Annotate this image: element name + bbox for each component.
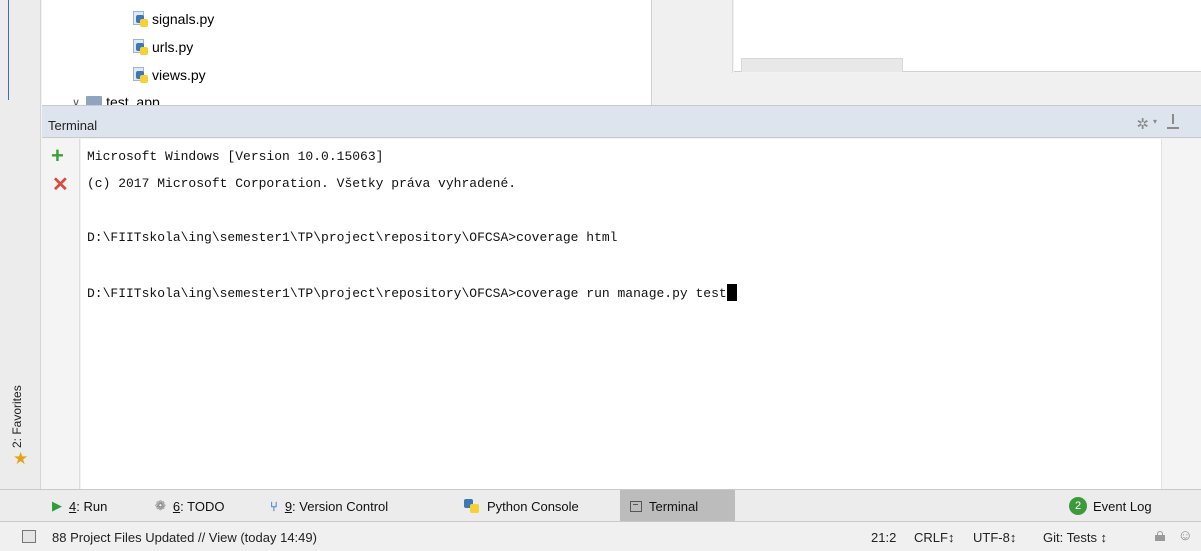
python-console-icon bbox=[464, 498, 480, 514]
tree-item-label: signals.py bbox=[152, 11, 215, 27]
inspector-icon[interactable]: ☺ bbox=[1178, 527, 1193, 544]
terminal-line-text: D:\FIITskola\ing\semester1\TP\project\re… bbox=[87, 286, 727, 301]
text-cursor bbox=[726, 284, 737, 301]
event-log-label: Event Log bbox=[1093, 498, 1152, 514]
terminal-line: Microsoft Windows [Version 10.0.15063] bbox=[87, 149, 384, 164]
todo-label: : TODO bbox=[180, 498, 225, 514]
terminal-scrollbar[interactable] bbox=[1161, 139, 1201, 489]
project-tree: signals.py urls.py views.py ∨ test_app bbox=[42, 0, 652, 105]
terminal-line: D:\FIITskola\ing\semester1\TP\project\re… bbox=[87, 230, 618, 245]
terminal-output[interactable]: Microsoft Windows [Version 10.0.15063] (… bbox=[81, 139, 1161, 489]
favorites-strip: 2: Favorites ★ bbox=[0, 0, 41, 489]
python-file-icon bbox=[132, 39, 148, 55]
terminal-title: Terminal bbox=[48, 118, 98, 133]
gear-icon[interactable]: ✲ bbox=[1136, 115, 1149, 133]
status-message[interactable]: 88 Project Files Updated // View (today … bbox=[52, 530, 317, 545]
lock-icon[interactable] bbox=[1155, 531, 1165, 541]
run-key: 4 bbox=[69, 498, 77, 514]
favorites-tab[interactable]: 2: Favorites bbox=[10, 385, 24, 448]
editor-scroll-tab bbox=[741, 58, 903, 72]
tool-window-bar: ▶ 4: Run ❁ 6: TODO ⑂ 9: Version Control … bbox=[0, 489, 1201, 522]
version-control-tool-button[interactable]: ⑂ 9: Version Control bbox=[270, 490, 388, 522]
chevron-down-icon[interactable]: ∨ bbox=[72, 96, 80, 106]
version-control-icon: ⑂ bbox=[270, 498, 278, 514]
git-branch-selector[interactable]: Git: Tests ↕ bbox=[1043, 530, 1107, 545]
tree-item-file[interactable]: signals.py bbox=[132, 6, 214, 32]
python-console-label: Python Console bbox=[487, 498, 579, 514]
tool-windows-toggle-icon[interactable] bbox=[22, 530, 36, 543]
tree-item-file[interactable]: views.py bbox=[132, 62, 206, 88]
python-file-icon bbox=[132, 67, 148, 83]
tree-item-label: urls.py bbox=[152, 39, 194, 55]
run-label: : Run bbox=[76, 498, 108, 514]
tree-folder-label: test_app bbox=[106, 94, 160, 105]
tree-item-folder[interactable]: ∨ test_app bbox=[72, 92, 160, 105]
terminal-tool-button[interactable]: Terminal bbox=[620, 490, 735, 522]
terminal-prompt-line[interactable]: D:\FIITskola\ing\semester1\TP\project\re… bbox=[87, 284, 737, 301]
todo-key: 6 bbox=[172, 498, 181, 514]
editor-lower-pane bbox=[653, 73, 1201, 105]
terminal-tool-label: Terminal bbox=[649, 498, 699, 514]
folder-icon bbox=[86, 96, 103, 105]
tree-item-label: views.py bbox=[152, 67, 206, 83]
caret-position[interactable]: 21:2 bbox=[871, 530, 896, 545]
python-file-icon bbox=[132, 11, 148, 27]
run-tool-button[interactable]: ▶ 4: Run bbox=[52, 490, 107, 522]
line-separator-selector[interactable]: CRLF↕ bbox=[914, 530, 954, 545]
event-count-badge: 2 bbox=[1069, 497, 1087, 515]
close-icon[interactable]: ✕ bbox=[52, 175, 69, 195]
vcs-label: : Version Control bbox=[292, 498, 389, 514]
terminal-icon bbox=[630, 500, 642, 512]
python-console-tool-button[interactable]: Python Console bbox=[464, 490, 579, 522]
terminal-line: (c) 2017 Microsoft Corporation. Všetky p… bbox=[87, 176, 517, 191]
tree-guide-line bbox=[8, 0, 9, 100]
todo-icon: ❁ bbox=[155, 498, 166, 513]
caret-down-icon[interactable]: ▾ bbox=[1153, 117, 1157, 126]
run-icon: ▶ bbox=[52, 498, 62, 513]
terminal-header: Terminal ✲ ▾ bbox=[42, 105, 1201, 138]
vcs-key: 9 bbox=[284, 498, 293, 514]
todo-tool-button[interactable]: ❁ 6: TODO bbox=[155, 490, 224, 522]
star-icon[interactable]: ★ bbox=[13, 450, 28, 467]
terminal-toolbar: + ✕ bbox=[42, 139, 80, 489]
new-session-icon[interactable]: + bbox=[51, 145, 64, 167]
hide-panel-icon[interactable] bbox=[1167, 114, 1179, 130]
event-log-tool-button[interactable]: 2 Event Log bbox=[1069, 490, 1152, 522]
status-bar: 88 Project Files Updated // View (today … bbox=[0, 521, 1201, 551]
encoding-selector[interactable]: UTF-8↕ bbox=[973, 530, 1016, 545]
tree-item-file[interactable]: urls.py bbox=[132, 34, 193, 60]
